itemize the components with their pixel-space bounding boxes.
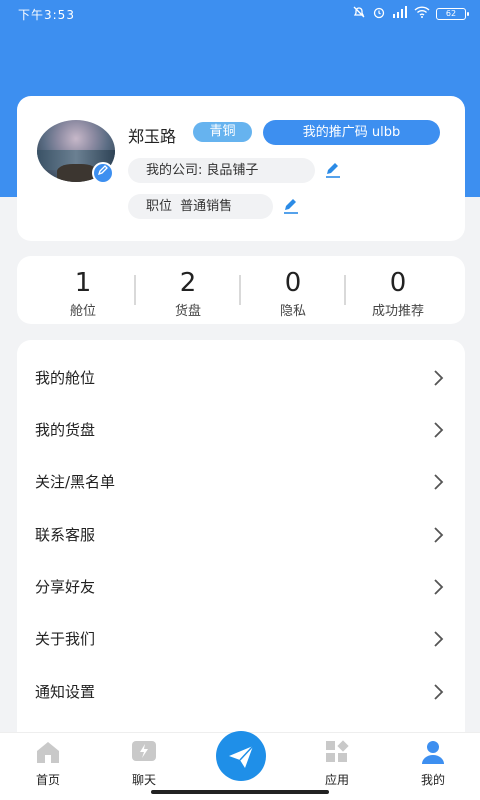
battery-indicator: 62	[436, 7, 469, 20]
menu-item-label: 关注/黑名单	[35, 473, 116, 491]
menu-item-my-cargo[interactable]: 我的货盘	[17, 404, 465, 456]
menu-item-label: 我的货盘	[35, 421, 96, 439]
menu-item-contact-support[interactable]: 联系客服	[17, 509, 465, 561]
menu-item-label: 通知设置	[35, 683, 96, 701]
tab-mine[interactable]: 我的	[403, 739, 463, 788]
stat-label: 舱位	[69, 304, 96, 319]
chevron-right-icon	[434, 422, 444, 438]
menu-item-follow-blacklist[interactable]: 关注/黑名单	[17, 456, 465, 508]
menu-item-my-cabins[interactable]: 我的舱位	[17, 352, 465, 404]
home-icon	[37, 742, 59, 763]
pencil-icon	[97, 165, 108, 176]
position-field: 职位 普通销售	[128, 194, 273, 219]
stat-cargo[interactable]: 2 货盘	[143, 268, 233, 319]
edit-position-icon[interactable]	[281, 196, 301, 216]
avatar-edit-button[interactable]	[92, 162, 114, 184]
tab-home[interactable]: 首页	[18, 739, 78, 788]
level-badge: 青铜	[193, 122, 252, 142]
tab-apps[interactable]: 应用	[307, 739, 367, 788]
stat-value: 1	[74, 268, 92, 298]
chevron-right-icon	[434, 684, 444, 700]
apps-icon	[326, 740, 349, 762]
stat-value: 0	[284, 268, 302, 298]
chevron-right-icon	[434, 527, 444, 543]
status-time: 下午3:53	[18, 8, 75, 22]
stat-value: 2	[179, 268, 197, 298]
stat-label: 隐私	[279, 304, 306, 319]
menu-item-label: 关于我们	[35, 630, 96, 648]
chevron-right-icon	[434, 579, 444, 595]
menu-item-about-us[interactable]: 关于我们	[17, 613, 465, 665]
menu-item-notification-settings[interactable]: 通知设置	[17, 666, 465, 718]
divider	[344, 275, 346, 305]
stat-cabin[interactable]: 1 舱位	[38, 268, 128, 319]
position-value: 普通销售	[180, 199, 233, 214]
profile-card: 郑玉路 青铜 我的推广码 ulbb 我的公司: 良品铺子 职位 普通销售	[17, 96, 465, 241]
stats-card: 1 舱位 2 货盘 0 隐私 0 成功推荐	[17, 256, 465, 324]
menu-item-share-friends[interactable]: 分享好友	[17, 561, 465, 613]
home-indicator	[151, 790, 329, 794]
alarm-icon	[372, 5, 386, 22]
company-label: 我的公司:	[146, 163, 203, 178]
divider	[239, 275, 241, 305]
menu-item-label: 我的舱位	[35, 369, 96, 387]
chevron-right-icon	[434, 370, 444, 386]
menu-item-label: 联系客服	[35, 526, 96, 544]
stat-value: 0	[389, 268, 407, 298]
chevron-right-icon	[434, 474, 444, 490]
stat-label: 成功推荐	[371, 304, 424, 319]
position-label: 职位	[146, 199, 173, 214]
tab-label: 我的	[420, 773, 445, 787]
publish-button[interactable]	[216, 731, 266, 781]
signal-icon	[392, 6, 408, 21]
tab-label: 聊天	[131, 773, 156, 787]
divider	[134, 275, 136, 305]
edit-company-icon[interactable]	[323, 160, 343, 180]
user-icon	[422, 741, 444, 764]
mute-bell-icon	[352, 5, 366, 22]
company-value: 良品铺子	[206, 163, 259, 178]
status-bar: 下午3:53 62	[0, 0, 480, 28]
referral-code-button[interactable]: 我的推广码 ulbb	[263, 120, 440, 145]
menu-list: 我的舱位 我的货盘 关注/黑名单 联系客服 分享好友 关于我们 通知设置	[17, 340, 465, 760]
tab-label: 首页	[35, 773, 60, 787]
stat-referrals[interactable]: 0 成功推荐	[353, 268, 443, 319]
menu-item-label: 分享好友	[35, 578, 96, 596]
user-name: 郑玉路	[128, 127, 177, 146]
stat-privacy[interactable]: 0 隐私	[248, 268, 338, 319]
tab-chat[interactable]: 聊天	[114, 739, 174, 788]
wifi-icon	[414, 6, 430, 21]
chevron-right-icon	[434, 631, 444, 647]
company-field: 我的公司: 良品铺子	[128, 158, 315, 183]
tab-label: 应用	[324, 773, 349, 787]
send-icon	[229, 745, 254, 768]
stat-label: 货盘	[174, 304, 201, 319]
chat-icon	[132, 741, 156, 761]
status-icons: 62	[352, 5, 469, 22]
